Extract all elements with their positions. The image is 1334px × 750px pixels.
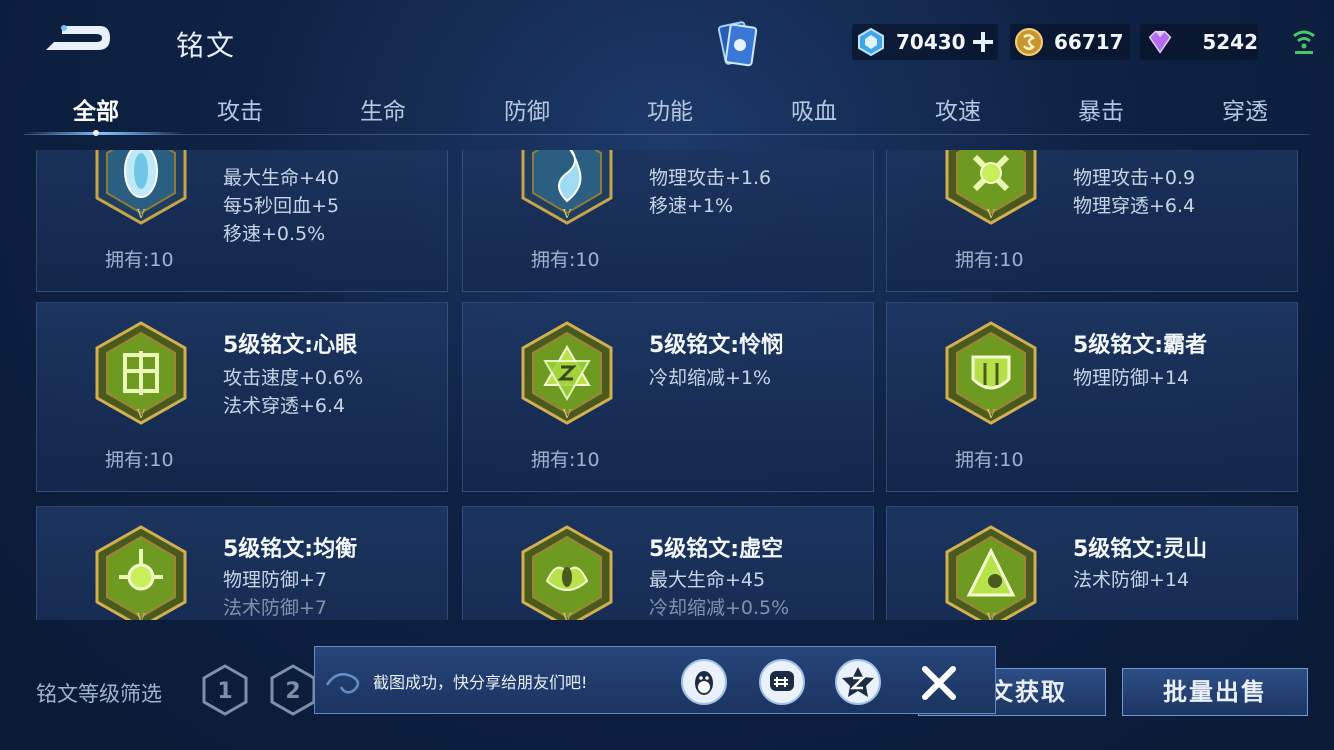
- rune-card[interactable]: V 5级铭文:霸者 物理防御+14 拥有:10: [886, 302, 1298, 492]
- rune-attr: 最大生命+45: [649, 569, 766, 591]
- svg-text:V: V: [136, 207, 146, 221]
- top-bar: 铭文 70430 66717 5242: [0, 0, 1334, 84]
- bulk-sell-button[interactable]: 批量出售: [1122, 668, 1308, 716]
- rune-attr: 法术防御+14: [1073, 569, 1190, 591]
- crystal-currency: 70430: [852, 24, 998, 60]
- rune-emblem-green-icon: V: [945, 150, 1037, 225]
- level-filter-label: 铭文等级筛选: [36, 682, 162, 706]
- tab-crit[interactable]: 暴击: [1041, 92, 1161, 126]
- svg-text:V: V: [562, 207, 572, 221]
- rune-owned-count: 拥有:10: [105, 449, 174, 471]
- rune-owned-count: 拥有:10: [531, 249, 600, 271]
- qq-icon: [695, 671, 713, 695]
- rune-card[interactable]: V 5级铭文:心眼 攻击速度+0.6% 法术穿透+6.4 拥有:10: [36, 302, 448, 492]
- gold-coin-icon: [1015, 28, 1043, 56]
- tab-attack[interactable]: 攻击: [180, 92, 300, 126]
- screenshot-share-toast: 截图成功，快分享给朋友们吧!: [314, 646, 996, 714]
- close-icon[interactable]: [919, 663, 959, 703]
- rune-attr: 移速+0.5%: [223, 223, 326, 245]
- rune-emblem-green-icon: V: [945, 321, 1037, 425]
- wechat-icon: [770, 671, 794, 691]
- share-qzone-button[interactable]: [835, 659, 881, 705]
- rune-attr: 法术穿透+6.4: [223, 395, 346, 417]
- svg-text:V: V: [562, 407, 572, 421]
- level-filter-1[interactable]: 1: [202, 664, 248, 716]
- rune-attr: 每5秒回血+5: [223, 195, 340, 217]
- level-filter-2[interactable]: 2: [270, 664, 316, 716]
- category-tabs: 全部 攻击 生命 防御 功能 吸血 攻速 暴击 穿透: [24, 88, 1310, 136]
- rune-emblem-green-icon: V: [95, 321, 187, 425]
- active-tab-dot: [93, 130, 99, 136]
- rune-card[interactable]: V 物理攻击+1.6 移速+1% 拥有:10: [462, 150, 874, 292]
- tab-penetration[interactable]: 穿透: [1185, 92, 1305, 126]
- rune-attr: 冷却缩减+0.5%: [649, 597, 790, 619]
- crystal-icon: [858, 27, 884, 57]
- svg-text:V: V: [562, 611, 572, 620]
- level-filter-2-label: 2: [285, 679, 300, 704]
- rune-owned-count: 拥有:10: [955, 249, 1024, 271]
- rune-name: 5级铭文:均衡: [223, 537, 358, 562]
- tab-health[interactable]: 生命: [323, 92, 443, 126]
- tab-lifesteal[interactable]: 吸血: [754, 92, 874, 126]
- rune-card[interactable]: V 5级铭文:均衡 物理防御+7 法术防御+7: [36, 506, 448, 620]
- crystal-value: 70430: [896, 30, 966, 54]
- qzone-icon: [842, 667, 874, 697]
- rune-owned-count: 拥有:10: [531, 449, 600, 471]
- gold-currency: 66717: [1010, 24, 1130, 60]
- rune-emblem-green-icon: V: [945, 525, 1037, 620]
- page-title: 铭文: [176, 29, 237, 62]
- rune-attr: 移速+1%: [649, 195, 734, 217]
- gem-value: 5242: [1202, 30, 1258, 54]
- rune-attr: 物理穿透+6.4: [1073, 195, 1196, 217]
- rune-emblem-green-icon: V: [95, 525, 187, 620]
- share-qq-button[interactable]: [681, 659, 727, 705]
- rune-card[interactable]: V 最大生命+40 每5秒回血+5 移速+0.5% 拥有:10: [36, 150, 448, 292]
- svg-text:V: V: [136, 407, 146, 421]
- svg-text:V: V: [136, 611, 146, 620]
- add-crystal-icon[interactable]: [972, 31, 994, 53]
- back-arrow-icon[interactable]: [40, 22, 112, 58]
- rune-owned-count: 拥有:10: [955, 449, 1024, 471]
- rune-owned-count: 拥有:10: [105, 249, 174, 271]
- tab-all[interactable]: 全部: [36, 92, 156, 126]
- rune-deck-icon[interactable]: [712, 18, 764, 70]
- rune-name: 5级铭文:霸者: [1073, 333, 1208, 358]
- rune-emblem-blue-icon: V: [521, 150, 613, 225]
- rune-emblem-green-icon: V: [521, 321, 613, 425]
- gem-icon: [1148, 30, 1172, 54]
- rune-name: 5级铭文:心眼: [223, 333, 358, 358]
- tabs-divider: [24, 134, 1310, 135]
- rune-attr: 物理防御+7: [223, 569, 328, 591]
- rune-card[interactable]: V 5级铭文:灵山 法术防御+14: [886, 506, 1298, 620]
- svg-text:V: V: [986, 611, 996, 620]
- swirl-decoration-icon: [325, 673, 360, 694]
- rune-attr: 法术防御+7: [223, 597, 328, 619]
- rune-emblem-green-icon: V: [521, 525, 613, 620]
- rune-attr: 最大生命+40: [223, 167, 340, 189]
- rune-emblem-blue-icon: V: [95, 150, 187, 225]
- rune-attr: 物理攻击+0.9: [1073, 167, 1196, 189]
- gold-value: 66717: [1054, 30, 1124, 54]
- level-filter-1-label: 1: [217, 679, 232, 704]
- gem-currency: 5242: [1140, 24, 1258, 60]
- rune-attr: 攻击速度+0.6%: [223, 367, 364, 389]
- share-wechat-button[interactable]: [759, 659, 805, 705]
- rune-card[interactable]: V 5级铭文:虚空 最大生命+45 冷却缩减+0.5%: [462, 506, 874, 620]
- tab-defense[interactable]: 防御: [467, 92, 587, 126]
- wifi-signal-icon: [1293, 30, 1315, 54]
- svg-text:V: V: [986, 207, 996, 221]
- rune-grid: V 最大生命+40 每5秒回血+5 移速+0.5% 拥有:10 V 物理攻击+1…: [36, 150, 1300, 620]
- toast-message: 截图成功，快分享给朋友们吧!: [373, 673, 588, 692]
- rune-attr: 物理攻击+1.6: [649, 167, 772, 189]
- rune-card[interactable]: V 5级铭文:怜悯 冷却缩减+1% 拥有:10: [462, 302, 874, 492]
- tab-utility[interactable]: 功能: [610, 92, 730, 126]
- rune-attr: 冷却缩减+1%: [649, 367, 772, 389]
- tab-attack-speed[interactable]: 攻速: [898, 92, 1018, 126]
- rune-attr: 物理防御+14: [1073, 367, 1190, 389]
- rune-name: 5级铭文:怜悯: [649, 333, 784, 358]
- rune-name: 5级铭文:灵山: [1073, 537, 1208, 562]
- rune-name: 5级铭文:虚空: [649, 537, 784, 562]
- svg-text:V: V: [986, 407, 996, 421]
- rune-card[interactable]: V 物理攻击+0.9 物理穿透+6.4 拥有:10: [886, 150, 1298, 292]
